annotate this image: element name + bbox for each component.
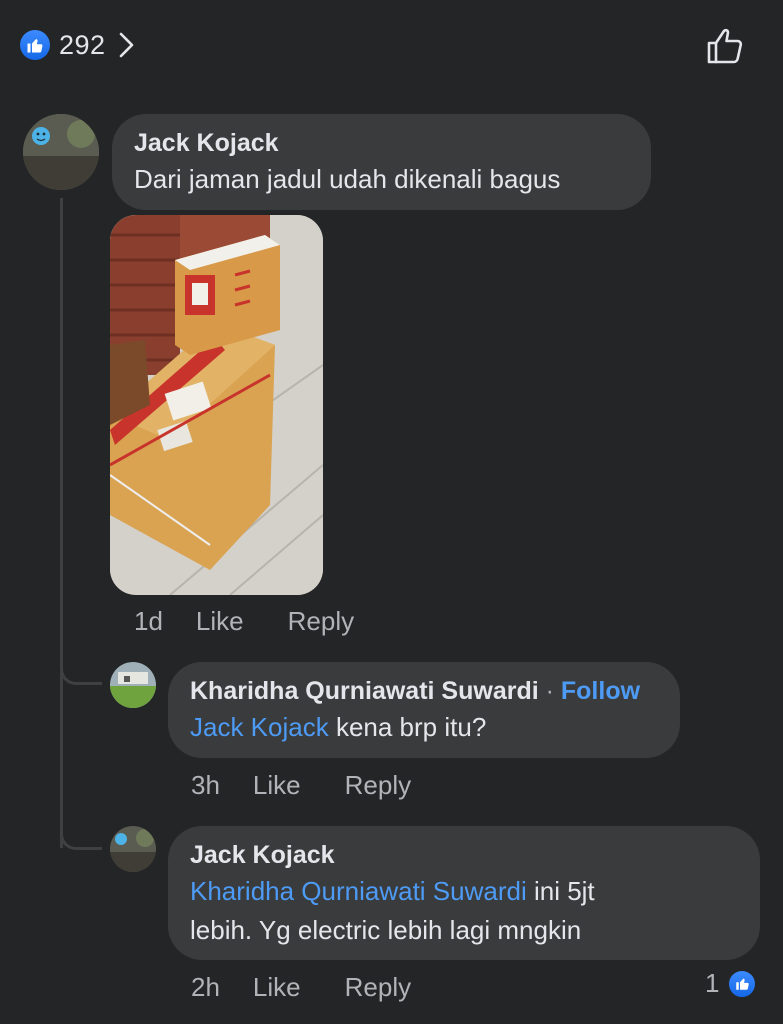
thread-connector [60, 663, 102, 685]
reply-button[interactable]: Reply [288, 606, 354, 637]
reply-bubble: Jack Kojack Kharidha Qurniawati Suwardi … [168, 826, 760, 960]
reply-actions: 2h Like Reply [191, 972, 455, 1003]
reply-button[interactable]: Reply [345, 972, 411, 1003]
comment-actions: 1d Like Reply [134, 606, 398, 637]
comments-page: 292 Jack Kojack Dari jaman jadul udah di… [0, 0, 783, 1024]
reply-time: 2h [191, 972, 220, 1002]
reply-text-body: ini 5jt [526, 876, 595, 906]
thumbs-up-icon [20, 30, 50, 60]
reply-text: Kharidha Qurniawati Suwardi ini 5jt lebi… [190, 872, 738, 950]
thread-line [60, 198, 63, 848]
reply-actions: 3h Like Reply [191, 770, 455, 801]
like-button[interactable]: Like [253, 770, 301, 801]
follow-button[interactable]: Follow [561, 677, 640, 705]
reply-header: Kharidha Qurniawati Suwardi · Follow [190, 674, 658, 708]
avatar[interactable] [110, 826, 156, 872]
reply-button[interactable]: Reply [345, 770, 411, 801]
comment-bubble: Jack Kojack Dari jaman jadul udah dikena… [112, 114, 651, 210]
reply-text-line2: lebih. Yg electric lebih lagi mngkin [190, 915, 582, 945]
reaction-summary[interactable]: 292 [20, 27, 136, 63]
reply-time: 3h [191, 770, 220, 800]
comment-text: Dari jaman jadul udah dikenali bagus [134, 164, 561, 194]
reply-text: Jack Kojack kena brp itu? [190, 708, 658, 747]
comment-author[interactable]: Jack Kojack [134, 126, 629, 160]
reply-bubble: Kharidha Qurniawati Suwardi · Follow Jac… [168, 662, 680, 758]
avatar[interactable] [23, 114, 99, 190]
like-button[interactable]: Like [253, 972, 301, 1003]
chevron-right-icon[interactable] [118, 31, 136, 59]
separator-dot: · [538, 677, 561, 705]
reply-author[interactable]: Jack Kojack [190, 838, 738, 872]
thumbs-up-outline-icon[interactable] [704, 25, 746, 67]
thread-connector [60, 828, 102, 850]
reaction-count: 292 [59, 29, 106, 60]
reactions-bar: 292 [0, 0, 783, 90]
reply-text-body: kena brp itu? [328, 712, 487, 742]
thumbs-up-icon [727, 968, 758, 999]
like-button[interactable]: Like [196, 606, 244, 637]
comment-time: 1d [134, 606, 163, 636]
reply-author[interactable]: Kharidha Qurniawati Suwardi [190, 677, 539, 705]
mention-link[interactable]: Jack Kojack [190, 712, 329, 742]
avatar[interactable] [110, 662, 156, 708]
comment-photo[interactable] [110, 215, 323, 595]
mention-link[interactable]: Kharidha Qurniawati Suwardi [190, 876, 527, 906]
reply-reaction-count: 1 [705, 968, 720, 998]
reply-reactions[interactable]: 1 [705, 968, 758, 999]
